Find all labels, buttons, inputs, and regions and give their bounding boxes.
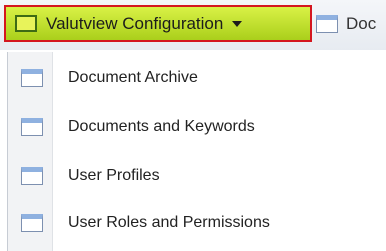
menu-button-label: Valutview Configuration	[46, 13, 224, 33]
menu-item-user-profiles[interactable]: User Profiles	[8, 156, 364, 196]
caret-down-icon	[232, 20, 243, 27]
menu-item-label: Documents and Keywords	[68, 118, 255, 135]
doc-menu-button[interactable]: Doc	[316, 7, 386, 40]
menu-item-label: Document Archive	[68, 69, 198, 86]
next-tab-label: Doc	[346, 13, 377, 33]
window-icon	[316, 14, 338, 33]
toolbar: Valutview Configuration Doc	[0, 0, 386, 50]
menu-item-label: User Profiles	[68, 167, 160, 184]
window-icon	[21, 118, 43, 136]
menu-item-user-roles-and-permissions[interactable]: User Roles and Permissions	[8, 203, 364, 243]
menu-item-document-archive[interactable]: Document Archive	[8, 58, 364, 98]
window-icon	[15, 15, 37, 32]
menu-item-documents-and-keywords[interactable]: Documents and Keywords	[8, 107, 364, 147]
menu-item-label: User Roles and Permissions	[68, 214, 270, 231]
valutview-configuration-menu-button[interactable]: Valutview Configuration	[4, 5, 312, 42]
window-icon	[21, 167, 43, 185]
window-icon	[21, 69, 43, 87]
configuration-dropdown-menu: Document Archive Documents and Keywords …	[7, 52, 363, 251]
window-icon	[21, 214, 43, 232]
